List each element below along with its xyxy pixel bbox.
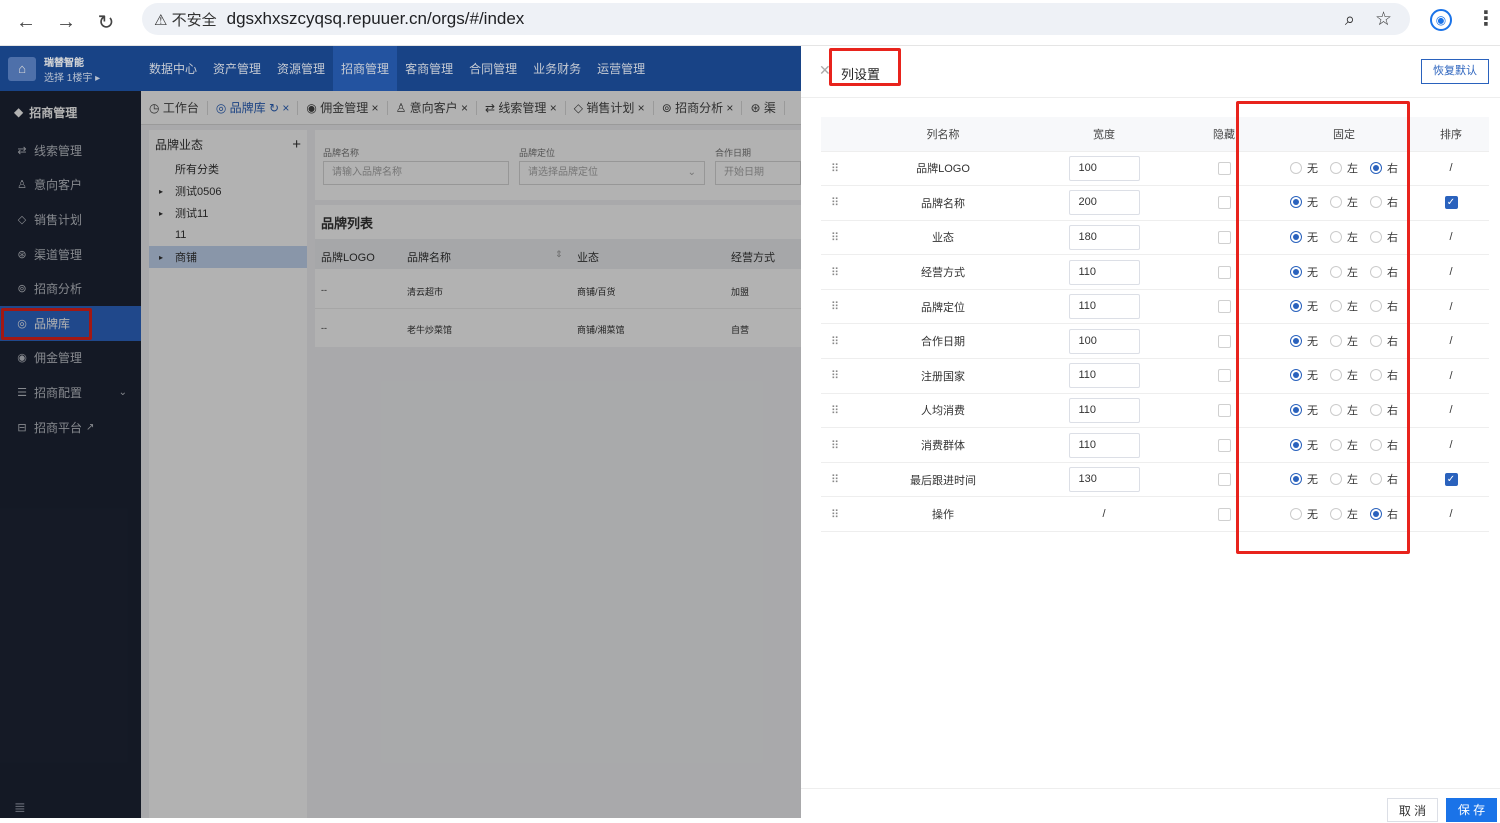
column-name: 人均消费 <box>851 393 1035 429</box>
column-header: 排序 <box>1413 117 1489 152</box>
topnav-overlay <box>0 46 801 91</box>
drag-handle-icon[interactable]: ⠿ <box>821 323 851 360</box>
forward-icon[interactable]: → <box>52 9 80 37</box>
sort-value: / <box>1413 151 1489 187</box>
drag-handle-icon[interactable]: ⠿ <box>821 496 851 533</box>
hide-checkbox[interactable] <box>1217 300 1231 314</box>
account-icon[interactable]: ◉ <box>1430 9 1452 31</box>
width-value: / <box>1035 496 1173 533</box>
column-name: 品牌LOGO <box>851 151 1035 187</box>
width-input[interactable]: 110 <box>1068 363 1140 389</box>
sort-value: / <box>1413 254 1489 290</box>
sort-value: / <box>1413 496 1489 533</box>
width-input[interactable]: 110 <box>1068 259 1140 285</box>
save-button[interactable]: 保 存 <box>1446 798 1497 822</box>
drag-handle-icon[interactable]: ⠿ <box>821 220 851 256</box>
url-text[interactable]: dgsxhxszcyqsq.repuuer.cn/orgs/#/index <box>227 9 525 29</box>
reload-icon[interactable]: ↻ <box>92 9 120 37</box>
drag-handle-icon[interactable]: ⠿ <box>821 358 851 394</box>
hide-checkbox[interactable] <box>1217 369 1231 383</box>
width-input[interactable]: 100 <box>1068 328 1140 354</box>
back-icon[interactable]: ← <box>12 9 40 37</box>
column-name: 操作 <box>851 496 1035 533</box>
width-input[interactable]: 180 <box>1068 224 1140 250</box>
address-bar[interactable]: ⚠ 不安全 dgsxhxszcyqsq.repuuer.cn/orgs/#/in… <box>142 3 1410 35</box>
drag-handle-icon[interactable]: ⠿ <box>821 151 851 187</box>
column-name: 注册国家 <box>851 358 1035 394</box>
restore-default-button[interactable]: 恢复默认 <box>1421 59 1489 84</box>
sort-value: / <box>1413 393 1489 429</box>
hide-checkbox[interactable] <box>1217 507 1231 521</box>
sort-value: / <box>1413 358 1489 394</box>
width-input[interactable]: 110 <box>1068 432 1140 458</box>
column-name: 品牌定位 <box>851 289 1035 325</box>
column-header: 列名称 <box>851 117 1035 152</box>
column-name: 经营方式 <box>851 254 1035 290</box>
column-name: 业态 <box>851 220 1035 256</box>
drag-handle-icon[interactable]: ⠿ <box>821 254 851 290</box>
highlight-box-fixed-column <box>1236 101 1410 554</box>
column-name: 最后跟进时间 <box>851 462 1035 498</box>
hide-checkbox[interactable] <box>1217 334 1231 348</box>
cancel-button[interactable]: 取 消 <box>1387 798 1438 822</box>
modal-overlay[interactable] <box>0 91 801 818</box>
zoom-icon[interactable]: ⌕ <box>1345 9 1355 30</box>
width-input[interactable]: 110 <box>1068 397 1140 423</box>
hide-checkbox[interactable] <box>1217 265 1231 279</box>
hide-checkbox[interactable] <box>1217 196 1231 210</box>
sort-checkbox[interactable]: ✓ <box>1444 196 1458 210</box>
column-name: 消费群体 <box>851 427 1035 463</box>
width-input[interactable]: 110 <box>1068 294 1140 320</box>
hide-checkbox[interactable] <box>1217 473 1231 487</box>
sort-value: / <box>1413 323 1489 360</box>
drag-handle-icon[interactable]: ⠿ <box>821 393 851 429</box>
hide-checkbox[interactable] <box>1217 438 1231 452</box>
drag-handle-icon[interactable]: ⠿ <box>821 289 851 325</box>
drawer-footer: 取 消 保 存 <box>801 788 1500 822</box>
star-icon[interactable]: ☆ <box>1375 8 1392 31</box>
column-name: 合作日期 <box>851 323 1035 360</box>
hide-checkbox[interactable] <box>1217 403 1231 417</box>
drag-handle-icon[interactable]: ⠿ <box>821 427 851 463</box>
width-input[interactable]: 200 <box>1068 190 1140 216</box>
hide-checkbox[interactable] <box>1217 230 1231 244</box>
sort-value: / <box>1413 220 1489 256</box>
drag-handle-icon[interactable]: ⠿ <box>821 462 851 498</box>
drag-handle-icon[interactable]: ⠿ <box>821 185 851 221</box>
drag-column-header <box>821 117 851 152</box>
browser-toolbar: ← → ↻ ⚠ 不安全 dgsxhxszcyqsq.repuuer.cn/org… <box>0 0 1500 46</box>
menu-icon[interactable]: ⋮ <box>1476 6 1496 31</box>
hide-checkbox[interactable] <box>1217 161 1231 175</box>
column-header: 宽度 <box>1035 117 1173 152</box>
divider <box>801 97 1500 98</box>
highlight-box-title <box>829 48 901 86</box>
sort-value: / <box>1413 289 1489 325</box>
sort-checkbox[interactable]: ✓ <box>1444 473 1458 487</box>
width-input[interactable]: 130 <box>1068 467 1140 493</box>
column-name: 品牌名称 <box>851 185 1035 221</box>
security-label: 不安全 <box>171 11 217 29</box>
warning-icon[interactable]: ⚠ 不安全 <box>154 9 217 30</box>
width-input[interactable]: 100 <box>1068 155 1140 181</box>
sort-value: / <box>1413 427 1489 463</box>
